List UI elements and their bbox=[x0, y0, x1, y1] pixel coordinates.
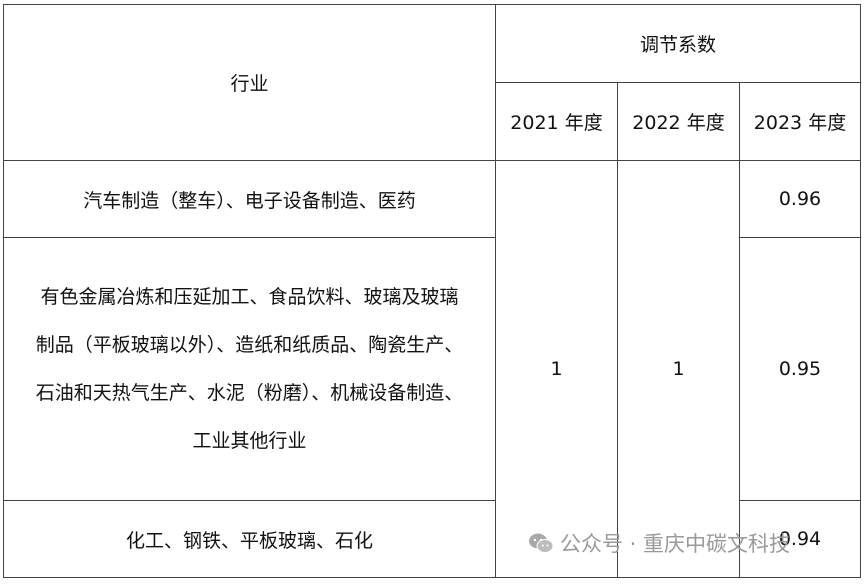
industry-cell: 有色金属冶炼和压延加工、食品饮料、玻璃及玻璃 制品（平板玻璃以外）、造纸和纸质品… bbox=[3, 237, 496, 501]
value-2022-merged: 1 bbox=[617, 160, 740, 578]
industry-line: 工业其他行业 bbox=[192, 430, 307, 452]
header-coefficient: 调节系数 bbox=[495, 4, 861, 83]
value-2023: 0.95 bbox=[739, 237, 861, 501]
header-year-2021: 2021 年度 bbox=[495, 82, 618, 161]
industry-line: 制品（平板玻璃以外）、造纸和纸质品、陶瓷生产、 bbox=[35, 334, 464, 356]
wechat-icon bbox=[529, 533, 554, 553]
header-year-2022: 2022 年度 bbox=[617, 82, 740, 161]
industry-line: 有色金属冶炼和压延加工、食品饮料、玻璃及玻璃 bbox=[40, 286, 459, 308]
watermark: 公众号 · 重庆中碳文科技 bbox=[528, 528, 790, 558]
value-2021-merged: 1 bbox=[495, 160, 618, 578]
header-year-2023: 2023 年度 bbox=[739, 82, 861, 161]
watermark-text: 公众号 · 重庆中碳文科技 bbox=[560, 532, 791, 556]
header-industry: 行业 bbox=[3, 4, 496, 161]
industry-cell: 汽车制造（整车）、电子设备制造、医药 bbox=[3, 160, 496, 238]
industry-cell: 化工、钢铁、平板玻璃、石化 bbox=[3, 500, 496, 578]
table-row: 汽车制造（整车）、电子设备制造、医药 1 1 0.96 bbox=[3, 160, 861, 578]
header-row-top: 行业 调节系数 bbox=[3, 4, 861, 161]
coefficient-table: 行业 调节系数 2021 年度 2022 年度 2023 年度 汽车制造（整车）… bbox=[3, 4, 861, 578]
value-2023: 0.96 bbox=[739, 160, 861, 238]
industry-line: 石油和天热气生产、水泥（粉磨）、机械设备制造、 bbox=[35, 382, 464, 404]
